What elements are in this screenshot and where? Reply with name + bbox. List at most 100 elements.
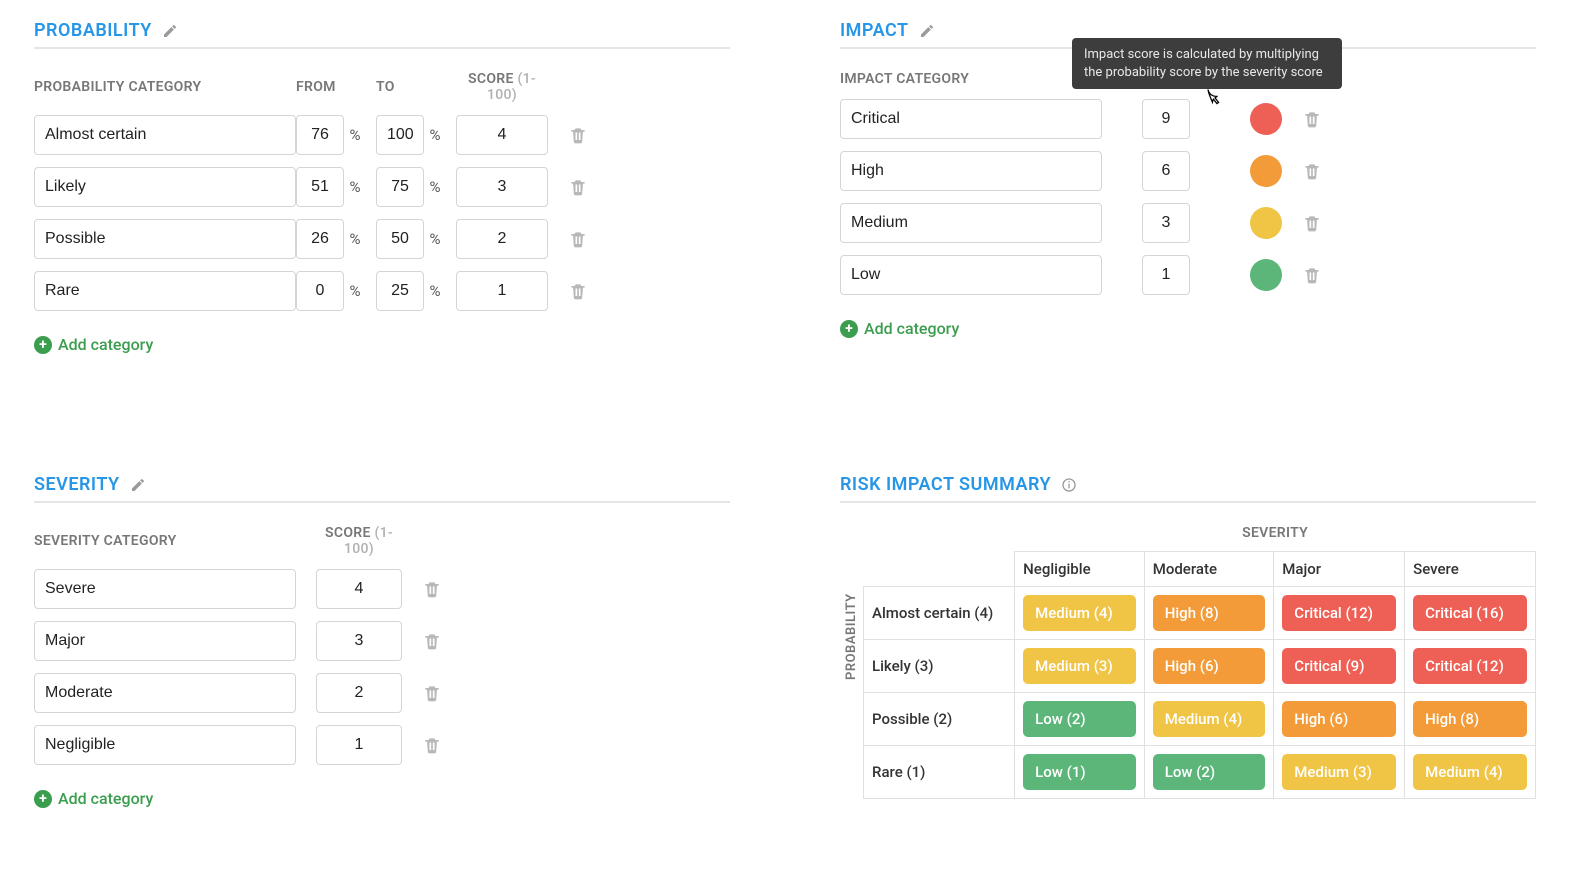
trash-icon[interactable] <box>1302 213 1322 233</box>
summary-col-header: Negligible <box>1015 552 1145 587</box>
impact-above-input[interactable] <box>1142 99 1190 139</box>
summary-pill: High (6) <box>1153 648 1266 684</box>
probability-name-input[interactable] <box>34 167 296 207</box>
percent-label: % <box>424 282 446 300</box>
summary-pill: Low (2) <box>1023 701 1136 737</box>
trash-icon[interactable] <box>422 579 442 599</box>
impact-name-input[interactable] <box>840 203 1102 243</box>
probability-panel: PROBABILITY PROBABILITY CATEGORY FROM TO… <box>34 20 730 354</box>
summary-axis-probability: PROBABILITY <box>840 525 863 799</box>
pencil-icon[interactable] <box>130 477 146 493</box>
probability-row: % % <box>34 115 730 155</box>
impact-add-category[interactable]: + Add category <box>840 319 1536 338</box>
summary-pill: Medium (3) <box>1282 754 1396 790</box>
probability-name-input[interactable] <box>34 271 296 311</box>
probability-from-input[interactable] <box>296 115 344 155</box>
severity-name-input[interactable] <box>34 725 296 765</box>
probability-row: % % <box>34 271 730 311</box>
impact-name-input[interactable] <box>840 99 1102 139</box>
summary-row-header: Likely (3) <box>864 640 1015 693</box>
impact-above-input[interactable] <box>1142 255 1190 295</box>
plus-circle-icon: + <box>34 336 52 354</box>
severity-title: SEVERITY <box>34 474 120 495</box>
summary-pill: Medium (3) <box>1023 648 1136 684</box>
summary-pill: Medium (4) <box>1413 754 1527 790</box>
probability-from-input[interactable] <box>296 219 344 259</box>
impact-name-input[interactable] <box>840 255 1102 295</box>
probability-row: % % <box>34 167 730 207</box>
probability-from-input[interactable] <box>296 271 344 311</box>
impact-row <box>840 151 1536 191</box>
probability-name-input[interactable] <box>34 115 296 155</box>
percent-label: % <box>344 126 366 144</box>
impact-panel: IMPACT IMPACT CATEGORY ABOVE SCORE COLOR <box>840 20 1536 354</box>
summary-cell: Critical (12) <box>1274 587 1405 640</box>
severity-name-input[interactable] <box>34 673 296 713</box>
impact-color-dot[interactable] <box>1250 103 1282 135</box>
summary-panel: RISK IMPACT SUMMARY PROBABILITY SEVERITY… <box>840 474 1536 808</box>
impact-name-input[interactable] <box>840 151 1102 191</box>
trash-icon[interactable] <box>1302 265 1322 285</box>
impact-above-input[interactable] <box>1142 203 1190 243</box>
trash-icon[interactable] <box>568 281 588 301</box>
trash-icon[interactable] <box>422 735 442 755</box>
percent-label: % <box>344 178 366 196</box>
summary-col-header: Severe <box>1405 552 1536 587</box>
impact-title: IMPACT <box>840 20 909 41</box>
probability-to-input[interactable] <box>376 271 424 311</box>
percent-label: % <box>344 282 366 300</box>
summary-pill: Critical (12) <box>1282 595 1396 631</box>
impact-row <box>840 255 1536 295</box>
summary-pill: Low (2) <box>1153 754 1266 790</box>
summary-cell: Critical (9) <box>1274 640 1405 693</box>
probability-to-input[interactable] <box>376 219 424 259</box>
summary-cell: Medium (4) <box>1144 693 1274 746</box>
pencil-icon[interactable] <box>919 23 935 39</box>
summary-pill: High (6) <box>1282 701 1396 737</box>
trash-icon[interactable] <box>422 683 442 703</box>
severity-name-input[interactable] <box>34 569 296 609</box>
severity-score-input[interactable] <box>316 725 402 765</box>
info-icon[interactable] <box>1061 477 1077 493</box>
pencil-icon[interactable] <box>162 23 178 39</box>
summary-row-header: Possible (2) <box>864 693 1015 746</box>
summary-cell: High (8) <box>1144 587 1274 640</box>
severity-score-input[interactable] <box>316 673 402 713</box>
probability-add-category[interactable]: + Add category <box>34 335 730 354</box>
trash-icon[interactable] <box>568 177 588 197</box>
impact-color-dot[interactable] <box>1250 259 1282 291</box>
probability-score-input[interactable] <box>456 167 548 207</box>
summary-cell: Low (2) <box>1144 746 1274 799</box>
summary-cell: High (6) <box>1144 640 1274 693</box>
probability-from-input[interactable] <box>296 167 344 207</box>
cursor-icon <box>1202 86 1224 108</box>
summary-cell: High (6) <box>1274 693 1405 746</box>
probability-score-input[interactable] <box>456 219 548 259</box>
trash-icon[interactable] <box>422 631 442 651</box>
impact-color-dot[interactable] <box>1250 207 1282 239</box>
impact-above-input[interactable] <box>1142 151 1190 191</box>
trash-icon[interactable] <box>568 125 588 145</box>
probability-to-input[interactable] <box>376 167 424 207</box>
plus-circle-icon: + <box>840 320 858 338</box>
impact-color-dot[interactable] <box>1250 155 1282 187</box>
severity-score-input[interactable] <box>316 621 402 661</box>
trash-icon[interactable] <box>1302 161 1322 181</box>
probability-score-input[interactable] <box>456 115 548 155</box>
probability-score-input[interactable] <box>456 271 548 311</box>
percent-label: % <box>424 230 446 248</box>
probability-to-input[interactable] <box>376 115 424 155</box>
summary-pill: Low (1) <box>1023 754 1136 790</box>
probability-name-input[interactable] <box>34 219 296 259</box>
trash-icon[interactable] <box>1302 109 1322 129</box>
severity-name-input[interactable] <box>34 621 296 661</box>
summary-matrix: SEVERITY NegligibleModerateMajorSevere A… <box>863 525 1536 799</box>
summary-pill: High (8) <box>1153 595 1266 631</box>
summary-pill: Critical (9) <box>1282 648 1396 684</box>
severity-add-category[interactable]: + Add category <box>34 789 730 808</box>
impact-row <box>840 203 1536 243</box>
summary-pill: Medium (4) <box>1023 595 1136 631</box>
severity-score-input[interactable] <box>316 569 402 609</box>
trash-icon[interactable] <box>568 229 588 249</box>
impact-head-category: IMPACT CATEGORY <box>840 71 1102 87</box>
